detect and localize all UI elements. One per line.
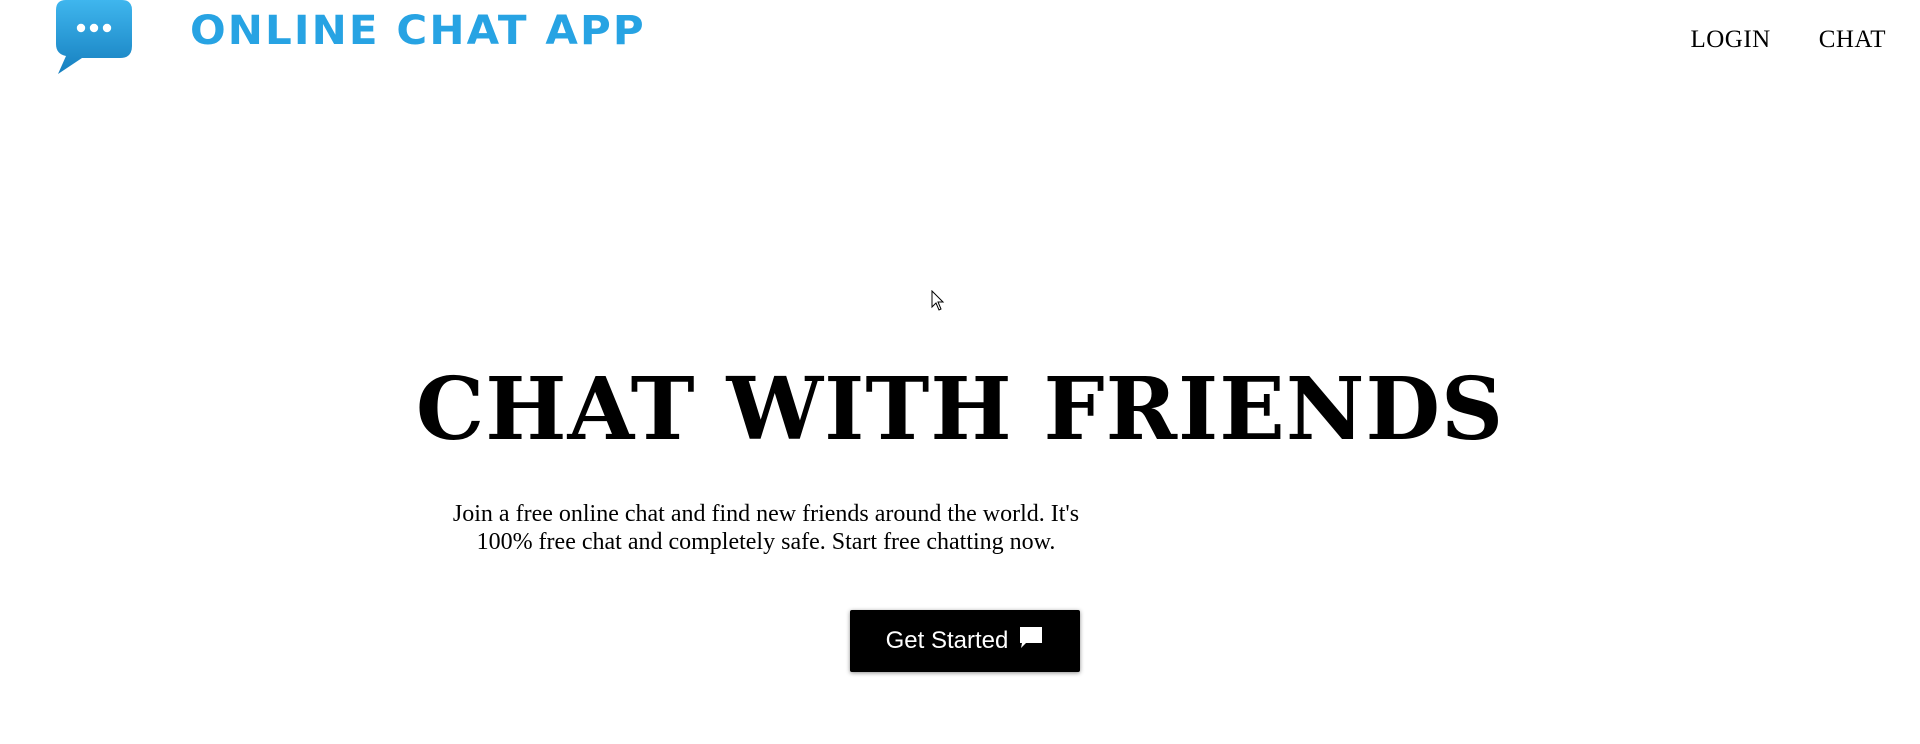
nav-login-link[interactable]: LOGIN <box>1690 26 1770 54</box>
hero-title: CHAT WITH FRIENDS <box>415 359 1505 460</box>
get-started-button[interactable]: Get Started <box>850 610 1080 672</box>
site-header: ONLINE CHAT APP LOGIN CHAT <box>0 0 1920 90</box>
get-started-label: Get Started <box>885 627 1009 654</box>
hero-description: Join a free online chat and find new fri… <box>452 501 1080 555</box>
main-nav: LOGIN CHAT <box>1690 26 1886 54</box>
mouse-pointer-icon <box>931 290 945 311</box>
brand-logo-text[interactable]: ONLINE CHAT APP <box>190 8 646 54</box>
message-icon <box>1020 627 1043 648</box>
nav-chat-link[interactable]: CHAT <box>1819 26 1886 54</box>
chat-bubble-dots-icon[interactable] <box>52 0 134 76</box>
